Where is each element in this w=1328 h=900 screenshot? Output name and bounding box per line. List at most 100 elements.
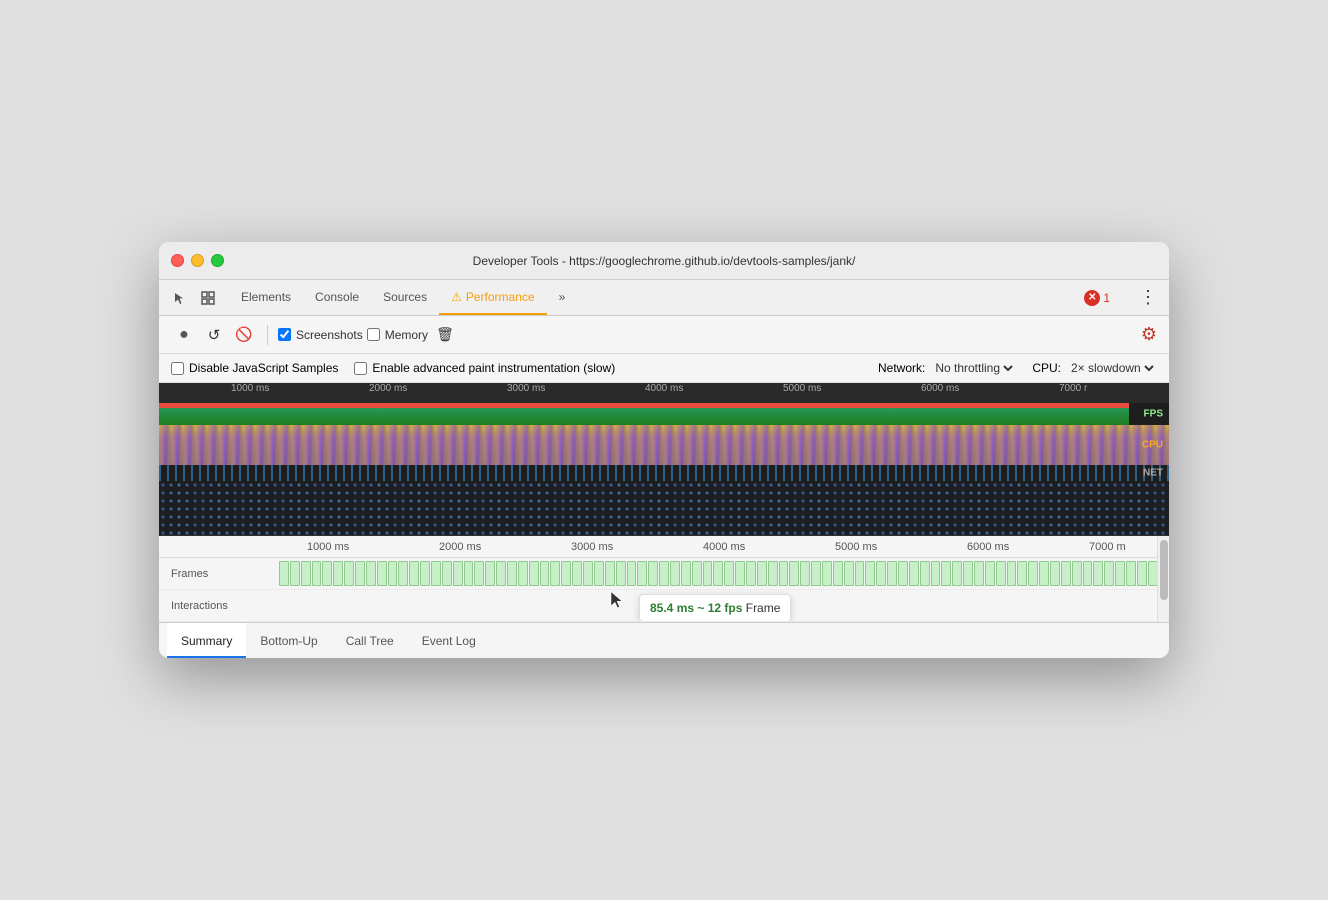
- tab-sources[interactable]: Sources: [371, 280, 439, 315]
- frame-block[interactable]: [974, 561, 984, 586]
- frame-block[interactable]: [659, 561, 669, 586]
- frame-block[interactable]: [409, 561, 419, 586]
- cursor-tool[interactable]: [167, 285, 193, 311]
- tab-event-log[interactable]: Event Log: [408, 623, 490, 658]
- frame-block[interactable]: [507, 561, 517, 586]
- cpu-select[interactable]: 2× slowdown: [1067, 360, 1157, 376]
- frame-block[interactable]: [757, 561, 767, 586]
- tab-console[interactable]: Console: [303, 280, 371, 315]
- frame-block[interactable]: [312, 561, 322, 586]
- frame-block[interactable]: [985, 561, 995, 586]
- frame-block[interactable]: [529, 561, 539, 586]
- minimize-button[interactable]: [191, 254, 204, 267]
- frame-block[interactable]: [540, 561, 550, 586]
- disable-js-samples-label[interactable]: Disable JavaScript Samples: [171, 361, 338, 375]
- frame-block[interactable]: [333, 561, 343, 586]
- frame-block[interactable]: [464, 561, 474, 586]
- frame-block[interactable]: [1007, 561, 1017, 586]
- frame-block[interactable]: [605, 561, 615, 586]
- frame-block[interactable]: [474, 561, 484, 586]
- frame-block[interactable]: [996, 561, 1006, 586]
- frame-block[interactable]: [1061, 561, 1071, 586]
- frame-block[interactable]: [366, 561, 376, 586]
- interactions-content[interactable]: 85.4 ms ~ 12 fps Frame: [279, 590, 1157, 621]
- frame-block[interactable]: [420, 561, 430, 586]
- frame-block[interactable]: [290, 561, 300, 586]
- delete-button[interactable]: 🗑: [432, 322, 458, 348]
- frame-block[interactable]: [616, 561, 626, 586]
- frame-block[interactable]: [355, 561, 365, 586]
- frame-block[interactable]: [1039, 561, 1049, 586]
- frame-block[interactable]: [963, 561, 973, 586]
- frame-block[interactable]: [703, 561, 713, 586]
- frame-block[interactable]: [1017, 561, 1027, 586]
- frame-block[interactable]: [1028, 561, 1038, 586]
- tab-bottom-up[interactable]: Bottom-Up: [246, 623, 331, 658]
- frame-block[interactable]: [681, 561, 691, 586]
- inspect-tool[interactable]: [195, 285, 221, 311]
- frame-block[interactable]: [1148, 561, 1157, 586]
- frame-block[interactable]: [572, 561, 582, 586]
- frame-block[interactable]: [670, 561, 680, 586]
- frame-block[interactable]: [1137, 561, 1147, 586]
- timeline-overview[interactable]: 1000 ms 2000 ms 3000 ms 4000 ms 5000 ms …: [159, 383, 1169, 536]
- disable-js-checkbox[interactable]: [171, 362, 184, 375]
- frame-block[interactable]: [746, 561, 756, 586]
- more-options-button[interactable]: ⋮: [1135, 285, 1161, 311]
- frame-block[interactable]: [388, 561, 398, 586]
- scrollbar-track[interactable]: [1157, 536, 1169, 622]
- frame-block[interactable]: [724, 561, 734, 586]
- frame-block[interactable]: [833, 561, 843, 586]
- frame-block[interactable]: [431, 561, 441, 586]
- record-button[interactable]: ●: [171, 322, 197, 348]
- frame-block[interactable]: [453, 561, 463, 586]
- frame-block[interactable]: [1126, 561, 1136, 586]
- screenshots-checkbox[interactable]: [278, 328, 291, 341]
- advanced-paint-checkbox[interactable]: [354, 362, 367, 375]
- frame-block[interactable]: [844, 561, 854, 586]
- frame-block[interactable]: [952, 561, 962, 586]
- tab-call-tree[interactable]: Call Tree: [332, 623, 408, 658]
- frame-block[interactable]: [279, 561, 289, 586]
- frame-block[interactable]: [377, 561, 387, 586]
- frame-block[interactable]: [909, 561, 919, 586]
- frames-content[interactable]: [279, 558, 1157, 589]
- close-button[interactable]: [171, 254, 184, 267]
- frame-block[interactable]: [800, 561, 810, 586]
- frame-block[interactable]: [496, 561, 506, 586]
- frame-block[interactable]: [485, 561, 495, 586]
- frame-block[interactable]: [898, 561, 908, 586]
- frame-block[interactable]: [811, 561, 821, 586]
- settings-button[interactable]: ⚙: [1141, 324, 1157, 345]
- frame-block[interactable]: [768, 561, 778, 586]
- memory-toggle[interactable]: Memory: [367, 328, 428, 342]
- frame-block[interactable]: [931, 561, 941, 586]
- tab-elements[interactable]: Elements: [229, 280, 303, 315]
- frame-block[interactable]: [398, 561, 408, 586]
- memory-checkbox[interactable]: [367, 328, 380, 341]
- frame-block[interactable]: [594, 561, 604, 586]
- maximize-button[interactable]: [211, 254, 224, 267]
- tab-performance[interactable]: ⚠ Performance: [439, 280, 546, 315]
- network-select[interactable]: No throttling: [931, 360, 1016, 376]
- frame-block[interactable]: [1104, 561, 1114, 586]
- frame-block[interactable]: [627, 561, 637, 586]
- frame-block[interactable]: [920, 561, 930, 586]
- frame-block[interactable]: [779, 561, 789, 586]
- tab-more[interactable]: »: [547, 280, 578, 315]
- frame-block[interactable]: [442, 561, 452, 586]
- scrollbar-thumb[interactable]: [1160, 540, 1168, 600]
- frame-block[interactable]: [941, 561, 951, 586]
- frame-block[interactable]: [637, 561, 647, 586]
- advanced-paint-label[interactable]: Enable advanced paint instrumentation (s…: [354, 361, 615, 375]
- screenshots-toggle[interactable]: Screenshots: [278, 328, 363, 342]
- frame-block[interactable]: [550, 561, 560, 586]
- frame-block[interactable]: [648, 561, 658, 586]
- frame-block[interactable]: [865, 561, 875, 586]
- frame-block[interactable]: [344, 561, 354, 586]
- clear-button[interactable]: 🚫: [231, 322, 257, 348]
- frame-block[interactable]: [518, 561, 528, 586]
- tab-summary[interactable]: Summary: [167, 623, 246, 658]
- frame-block[interactable]: [1083, 561, 1093, 586]
- frame-block[interactable]: [301, 561, 311, 586]
